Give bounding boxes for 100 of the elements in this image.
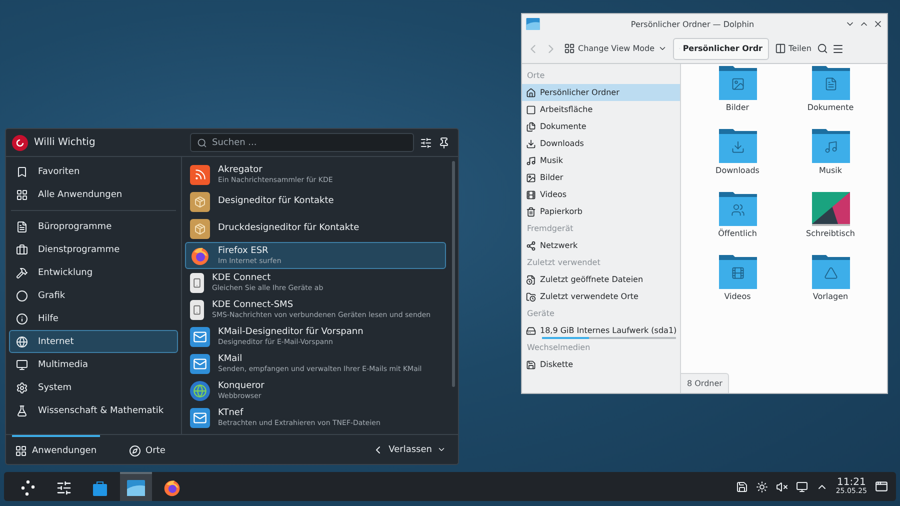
shopping-bag-icon <box>92 480 108 496</box>
bookmark-icon <box>16 166 28 178</box>
folder-icon <box>718 192 756 226</box>
category-item[interactable]: Dienstprogramme <box>9 238 178 261</box>
folder-icon <box>718 66 756 100</box>
view-mode-button[interactable]: Change View Mode <box>562 41 668 56</box>
settings-icon <box>56 480 72 496</box>
desktop-icon <box>526 104 536 114</box>
category-item[interactable]: Entwicklung <box>9 261 178 284</box>
trash-icon <box>526 206 536 216</box>
folder-item[interactable]: Downloads <box>691 129 784 190</box>
section-heading: Fremdgerät <box>526 223 574 235</box>
mail-icon <box>190 408 210 428</box>
folder-icon <box>812 255 850 289</box>
place-item[interactable]: Bilder <box>522 169 680 186</box>
user-name: Willi Wichtig <box>34 137 96 148</box>
folder-item[interactable]: Videos <box>691 255 784 316</box>
place-item[interactable]: Arbeitsfläche <box>522 101 680 118</box>
avatar-icon <box>12 134 28 150</box>
network-icon[interactable] <box>796 480 808 492</box>
drive-icon <box>526 326 536 336</box>
footer-tab[interactable]: Orte <box>126 434 168 464</box>
grid-icon <box>564 43 575 54</box>
app-item[interactable]: Druckdesigneditor für Kontakte <box>185 215 446 242</box>
app-item[interactable]: Designeditor für Kontakte <box>185 188 446 215</box>
category-item[interactable]: System <box>9 376 178 399</box>
hammer-icon <box>16 266 28 278</box>
status-bar: 8 Ordner <box>681 373 730 393</box>
globe-icon <box>16 336 28 348</box>
download-icon <box>526 138 536 148</box>
show-desktop-icon[interactable] <box>875 480 888 493</box>
category-item[interactable]: Büroprogramme <box>9 215 178 238</box>
place-item[interactable]: Papierkorb <box>522 203 680 220</box>
folder-icon <box>812 66 850 100</box>
network-icon <box>526 240 536 250</box>
folder-icon <box>718 255 756 289</box>
phone-icon <box>190 300 204 320</box>
place-item[interactable]: Persönlicher Ordner <box>522 84 680 101</box>
menu-icon[interactable] <box>832 42 844 54</box>
place-item[interactable]: Dokumente <box>522 118 680 135</box>
brightness-icon[interactable] <box>756 480 768 492</box>
firefox-icon <box>190 246 210 266</box>
home-icon <box>526 88 536 98</box>
shape-icon <box>16 290 28 302</box>
footer-tab[interactable]: Anwendungen <box>12 434 100 464</box>
folder-item[interactable]: Musik <box>784 129 877 190</box>
recentfolder-icon <box>526 292 536 302</box>
search-icon[interactable] <box>817 43 828 54</box>
folder-item[interactable]: Öffentlich <box>691 192 784 253</box>
category-item[interactable]: Internet <box>9 330 178 353</box>
place-item[interactable]: Downloads <box>522 135 680 152</box>
sliders-icon[interactable] <box>420 136 432 148</box>
pin-icon[interactable] <box>438 136 450 148</box>
firefox-icon <box>163 478 181 496</box>
wallpaper-thumbnail <box>812 192 850 226</box>
folder-icon <box>127 480 145 496</box>
office-icon <box>16 220 28 232</box>
folder-item[interactable]: Schreibtisch <box>784 192 877 253</box>
info-icon <box>16 312 28 324</box>
launcher-icon <box>20 480 36 496</box>
place-item[interactable]: Netzwerk <box>522 237 680 254</box>
floppy-icon <box>526 360 536 370</box>
video-icon <box>526 190 536 200</box>
recentfile-icon <box>526 274 536 284</box>
category-item[interactable]: Hilfe <box>9 307 178 330</box>
gear-icon <box>16 382 28 394</box>
globe-icon <box>190 380 210 400</box>
category-item[interactable]: Alle Anwendungen <box>9 183 178 206</box>
folder-icon <box>812 129 850 163</box>
category-item[interactable]: Multimedia <box>9 353 178 376</box>
section-heading: Geräte <box>526 308 556 320</box>
close-icon[interactable] <box>873 19 883 29</box>
split-button[interactable]: Teilen <box>772 41 814 56</box>
place-item[interactable]: Videos <box>522 186 680 203</box>
search-field[interactable]: Suchen ... <box>190 133 414 152</box>
caret-icon <box>658 44 666 53</box>
category-item[interactable]: Grafik <box>9 284 178 307</box>
mute-icon[interactable] <box>776 480 788 492</box>
breadcrumb-field[interactable]: Persönlicher Ordr <box>672 38 768 60</box>
place-item[interactable]: 18,9 GiB Internes Laufwerk (sda1) <box>522 322 680 339</box>
place-item[interactable]: Musik <box>522 152 680 169</box>
category-item[interactable]: Favoriten <box>9 160 178 183</box>
folder-icon <box>526 18 540 30</box>
feed-icon <box>190 164 210 184</box>
folder-item[interactable]: Vorlagen <box>784 255 877 316</box>
section-heading: Zuletzt verwendet <box>526 257 602 269</box>
mail-icon <box>190 354 210 374</box>
phone-icon <box>190 272 204 292</box>
section-heading: Orte <box>526 70 546 82</box>
folder-item[interactable]: Dokumente <box>784 66 877 127</box>
place-item[interactable]: Zuletzt geöffnete Dateien <box>522 271 680 288</box>
scrollbar[interactable] <box>452 161 455 387</box>
save-icon[interactable] <box>736 480 748 492</box>
grid-icon <box>15 444 27 456</box>
place-item[interactable]: Zuletzt verwendete Orte <box>522 288 680 305</box>
folder-item[interactable]: Bilder <box>691 66 784 127</box>
leave-button[interactable]: Verlassen <box>366 442 452 456</box>
place-item[interactable]: Diskette <box>522 356 680 373</box>
category-item[interactable]: Wissenschaft & Mathematik <box>9 399 178 422</box>
caret-icon <box>437 445 446 454</box>
